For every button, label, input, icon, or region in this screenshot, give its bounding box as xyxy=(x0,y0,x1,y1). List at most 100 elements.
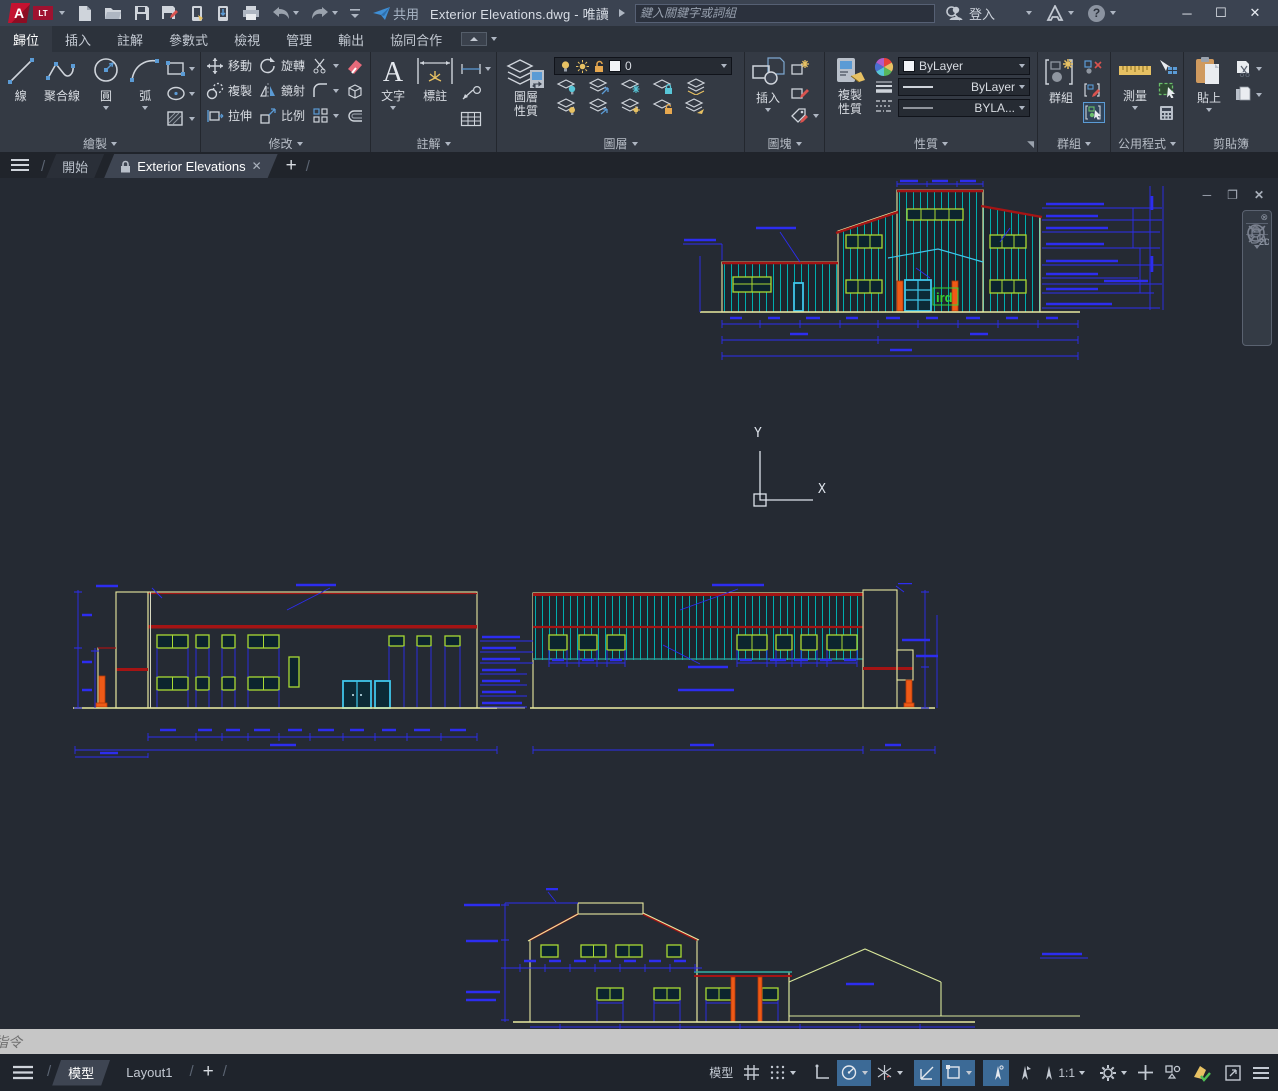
file-tab-menu-button[interactable] xyxy=(0,152,40,178)
model-tab[interactable]: 模型 xyxy=(52,1060,110,1086)
layer-unlock-button[interactable] xyxy=(652,98,674,115)
open-file-button[interactable] xyxy=(104,5,123,21)
undo-button[interactable] xyxy=(271,6,299,20)
layout-menu-button[interactable] xyxy=(0,1065,46,1080)
edit-attributes-button[interactable] xyxy=(790,105,819,126)
crosshair-settings-button[interactable] xyxy=(1132,1060,1158,1086)
measure-button[interactable]: 測量 xyxy=(1116,55,1154,135)
ribbon-tab-collaborate[interactable]: 協同合作 xyxy=(377,26,455,52)
object-color-dropdown[interactable]: ByLayer xyxy=(898,57,1030,75)
change-to-current-layer-button[interactable] xyxy=(684,98,706,115)
isodraft-toggle[interactable] xyxy=(873,1060,906,1086)
app-menu-button[interactable]: A LT xyxy=(8,3,65,23)
search-input[interactable] xyxy=(640,6,930,20)
model-space-toggle[interactable]: 模型 xyxy=(706,1060,736,1086)
signin-button[interactable]: 登入 xyxy=(948,4,1032,23)
edit-block-button[interactable] xyxy=(790,81,819,102)
new-file-button[interactable] xyxy=(76,5,93,22)
file-tab-document[interactable]: Exterior Elevations ✕ xyxy=(104,154,277,178)
layer-properties-button[interactable]: 圖層性質 xyxy=(502,55,550,135)
drawing-close-button[interactable]: ✕ xyxy=(1254,188,1264,202)
quick-select-button[interactable] xyxy=(1158,56,1178,77)
erase-button[interactable] xyxy=(346,55,365,76)
close-tab-icon[interactable]: ✕ xyxy=(252,159,262,173)
ribbon-tab-manage[interactable]: 管理 xyxy=(273,26,325,52)
layer-on-button[interactable] xyxy=(556,98,578,115)
clean-screen-button[interactable] xyxy=(1220,1060,1246,1086)
linear-dimension-button[interactable] xyxy=(460,58,491,79)
new-drawing-tab-button[interactable]: + xyxy=(286,155,297,177)
layer-off-button[interactable] xyxy=(556,78,578,95)
arc-button[interactable]: 弧 xyxy=(129,55,162,135)
quick-calc-select-button[interactable] xyxy=(1158,79,1178,100)
panel-label-layers[interactable]: 圖層 xyxy=(497,135,744,152)
match-properties-button[interactable]: 複製性質 xyxy=(830,55,870,135)
help-button[interactable]: ? xyxy=(1088,5,1116,22)
workspace-switching-button[interactable] xyxy=(1096,1060,1130,1086)
array-button[interactable] xyxy=(312,105,340,126)
trim-button[interactable] xyxy=(312,55,340,76)
layer-dropdown[interactable]: 0 xyxy=(554,57,732,75)
rectangle-button[interactable] xyxy=(166,58,195,79)
close-button[interactable]: ✕ xyxy=(1238,0,1272,26)
group-selection-toggle[interactable] xyxy=(1083,102,1105,123)
ribbon-minimize-button[interactable] xyxy=(461,26,497,52)
snap-toggle[interactable] xyxy=(766,1060,799,1086)
lineweight-dropdown[interactable]: ByLayer xyxy=(898,78,1030,96)
move-button[interactable]: 移動 xyxy=(206,55,253,76)
navbar-close-icon[interactable]: ⊗ xyxy=(1260,212,1268,223)
ungroup-button[interactable] xyxy=(1083,56,1105,77)
explode-button[interactable] xyxy=(346,80,365,101)
annotation-scale-button[interactable]: 1:1 xyxy=(1039,1060,1088,1086)
drawing-minimize-button[interactable]: ─ xyxy=(1203,188,1212,202)
panel-label-block[interactable]: 圖塊 xyxy=(745,135,824,152)
command-line-bar[interactable]: 指令 xyxy=(0,1029,1278,1054)
rotate-button[interactable]: 旋轉 xyxy=(259,55,306,76)
layer-freeze-button[interactable] xyxy=(620,78,642,95)
osnap-toggle[interactable] xyxy=(942,1060,975,1086)
polyline-button[interactable]: 聚合線 xyxy=(41,55,84,135)
group-edit-button[interactable] xyxy=(1083,79,1105,100)
file-tab-start[interactable]: 開始 xyxy=(46,154,104,178)
paste-button[interactable]: 貼上 xyxy=(1189,55,1229,135)
mirror-button[interactable]: 鏡射 xyxy=(259,80,306,101)
offset-button[interactable] xyxy=(346,105,365,126)
zoom-extents-icon[interactable] xyxy=(1246,223,1268,245)
panel-label-modify[interactable]: 修改 xyxy=(201,135,370,152)
linetype-dropdown[interactable]: BYLA... xyxy=(898,99,1030,117)
ribbon-tab-output[interactable]: 輸出 xyxy=(325,26,377,52)
panel-label-draw[interactable]: 繪製 xyxy=(0,135,200,152)
save-as-button[interactable] xyxy=(161,5,179,21)
dimension-button[interactable]: 標註 xyxy=(414,55,456,135)
plot-button[interactable] xyxy=(242,5,260,21)
scale-button[interactable]: 比例 xyxy=(259,105,306,126)
insert-block-button[interactable]: 插入 xyxy=(750,55,786,135)
color-wheel-icon[interactable] xyxy=(874,57,894,77)
make-current-layer-button[interactable] xyxy=(684,78,706,95)
ortho-toggle[interactable] xyxy=(809,1060,835,1086)
ribbon-tab-view[interactable]: 檢視 xyxy=(221,26,273,52)
annotation-autoscale-toggle[interactable] xyxy=(1011,1060,1037,1086)
customize-qat-button[interactable] xyxy=(349,7,361,19)
new-layout-button[interactable]: + xyxy=(203,1061,214,1083)
save-button[interactable] xyxy=(134,5,150,21)
osnap-tracking-toggle[interactable] xyxy=(914,1060,940,1086)
panel-label-utilities[interactable]: 公用程式 xyxy=(1111,135,1183,152)
ribbon-tab-home[interactable]: 歸位 xyxy=(0,26,52,52)
text-button[interactable]: A 文字 xyxy=(376,55,410,135)
panel-label-properties[interactable]: 性質 xyxy=(825,135,1037,152)
isolate-objects-button[interactable] xyxy=(1160,1060,1186,1086)
hatch-button[interactable] xyxy=(166,108,195,129)
leader-button[interactable] xyxy=(460,83,491,104)
drawing-canvas[interactable]: ird Y X xyxy=(0,178,1278,1030)
ellipse-button[interactable] xyxy=(166,83,195,104)
layer-lock-button[interactable] xyxy=(652,78,674,95)
share-button[interactable]: 共用 xyxy=(372,4,419,23)
layer-match-button[interactable] xyxy=(588,98,610,115)
app-store-button[interactable] xyxy=(1046,5,1074,21)
fillet-button[interactable] xyxy=(312,80,340,101)
save-to-web-mobile-button[interactable] xyxy=(216,5,231,22)
line-button[interactable]: 線 xyxy=(5,55,37,135)
lineweight-icon[interactable] xyxy=(874,80,894,96)
linetype-icon[interactable] xyxy=(874,99,894,115)
